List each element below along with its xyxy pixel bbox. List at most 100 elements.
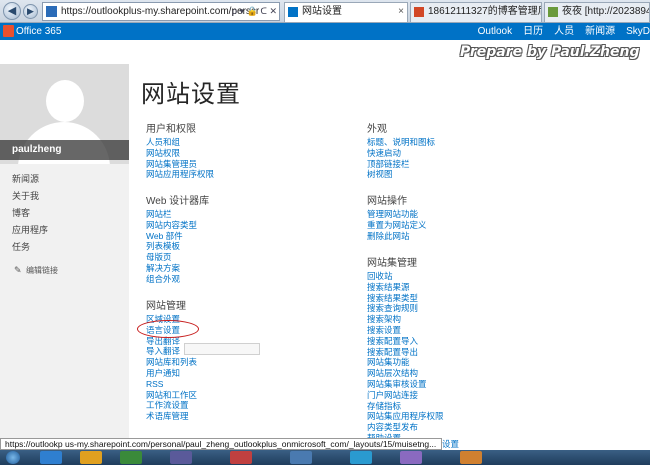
tab-yeye[interactable]: 夜夜 [http://20238941.j...: [544, 2, 650, 22]
app-taskbar-icon-7[interactable]: [460, 451, 482, 464]
quick-launch: 新闻源 关于我 博客 应用程序 任务: [12, 171, 48, 256]
address-text: https://outlookplus-my.sharepoint.com/pe…: [61, 6, 260, 17]
address-tools-icon[interactable]: ρ ▾ 🔒 ᑕ ✕: [232, 3, 277, 20]
forward-button[interactable]: ▶: [23, 4, 38, 19]
app-taskbar-icon-2[interactable]: [170, 451, 192, 464]
settings-link[interactable]: 网站集管理员: [146, 159, 214, 170]
section-web-designer-galleries: Web 设计器库 网站栏 网站内容类型 Web 部件 列表模板 母版页 解决方案 组合外观: [146, 196, 209, 285]
settings-link[interactable]: 搜索设置: [367, 325, 444, 336]
edit-links-button[interactable]: ✎ 编辑链接: [14, 265, 58, 276]
settings-link[interactable]: RSS: [146, 379, 197, 390]
settings-link[interactable]: 网站应用程序权限: [146, 169, 214, 180]
section-site-actions: 网站操作 管理网站功能 重置为网站定义 删除此网站: [367, 196, 427, 241]
settings-link[interactable]: 网站集应用程序权限: [367, 411, 444, 422]
settings-link[interactable]: 列表模板: [146, 241, 209, 252]
suite-link-skydrive[interactable]: SkyD: [626, 23, 650, 40]
nav-item-about-me[interactable]: 关于我: [12, 188, 48, 205]
app-taskbar-icon-5[interactable]: [350, 451, 372, 464]
tab-label: 夜夜 [http://20238941.j...: [562, 6, 650, 17]
profile-picture[interactable]: paulzheng: [0, 64, 129, 164]
section-title: 外观: [367, 124, 387, 135]
settings-link[interactable]: 搜索架构: [367, 314, 444, 325]
settings-link[interactable]: 搜索配置导出: [367, 347, 444, 358]
settings-link[interactable]: 解决方案: [146, 263, 209, 274]
app-taskbar-icon[interactable]: [120, 451, 142, 464]
tooltip: [184, 343, 260, 355]
tab-label: 18612111327的博客管理后台: [428, 6, 541, 17]
settings-link[interactable]: 术语库管理: [146, 411, 197, 422]
blog-favicon-icon: [414, 7, 424, 17]
highlight-oval: [137, 320, 199, 338]
ie-taskbar-icon[interactable]: [40, 451, 62, 464]
explorer-taskbar-icon[interactable]: [80, 451, 102, 464]
section-look-and-feel: 外观 标题、说明和图标 快速启动 顶部链接栏 树视图: [367, 124, 435, 180]
settings-link[interactable]: 存储指标: [367, 401, 444, 412]
back-button[interactable]: ◀: [3, 2, 21, 20]
suite-link-calendar[interactable]: 日历: [523, 23, 543, 40]
settings-link[interactable]: 管理网站功能: [367, 209, 427, 220]
settings-link[interactable]: 快速启动: [367, 148, 435, 159]
nav-item-newsfeed[interactable]: 新闻源: [12, 171, 48, 188]
watermark: Prepare by Paul.Zheng: [460, 44, 640, 60]
settings-link[interactable]: 内容类型发布: [367, 422, 444, 433]
app-taskbar-icon-6[interactable]: [400, 451, 422, 464]
app-taskbar-icon-3[interactable]: [230, 451, 252, 464]
section-title: Web 设计器库: [146, 196, 210, 207]
settings-link[interactable]: 工作流设置: [146, 400, 197, 411]
settings-link[interactable]: 搜索结果类型: [367, 293, 444, 304]
nav-item-tasks[interactable]: 任务: [12, 239, 48, 256]
edit-links-label: 编辑链接: [26, 266, 58, 275]
office365-brand[interactable]: Office 365: [16, 24, 61, 39]
settings-link[interactable]: 用户通知: [146, 368, 197, 379]
profile-name[interactable]: paulzheng: [0, 140, 129, 160]
settings-link[interactable]: 回收站: [367, 271, 444, 282]
app-taskbar-icon-4[interactable]: [290, 451, 312, 464]
settings-link[interactable]: 网站和工作区: [146, 390, 197, 401]
settings-link[interactable]: 网站层次结构: [367, 368, 444, 379]
close-tab-icon[interactable]: ×: [398, 3, 404, 21]
settings-link[interactable]: 树视图: [367, 169, 435, 180]
settings-link[interactable]: 标题、说明和图标: [367, 137, 435, 148]
avatar-head: [46, 80, 84, 122]
site-favicon-icon: [46, 6, 57, 17]
tab-site-settings[interactable]: 网站设置 ×: [284, 2, 408, 22]
settings-link[interactable]: Web 部件: [146, 231, 209, 242]
browser-toolbar: ◀ ▶ https://outlookplus-my.sharepoint.co…: [0, 0, 650, 23]
nav-item-apps[interactable]: 应用程序: [12, 222, 48, 239]
settings-link[interactable]: 母版页: [146, 252, 209, 263]
settings-link[interactable]: 门户网站连接: [367, 390, 444, 401]
settings-link[interactable]: 网站内容类型: [146, 220, 209, 231]
settings-link[interactable]: 网站权限: [146, 148, 214, 159]
section-title: 网站操作: [367, 196, 407, 207]
suite-links: Outlook 日历 人员 新闻源 SkyD: [467, 23, 650, 40]
settings-link[interactable]: 搜索查询规则: [367, 303, 444, 314]
nav-item-blog[interactable]: 博客: [12, 205, 48, 222]
sharepoint-favicon-icon: [288, 7, 298, 17]
office365-suite-bar: Office 365 Outlook 日历 人员 新闻源 SkyD: [0, 23, 650, 40]
settings-link[interactable]: 网站集审核设置: [367, 379, 444, 390]
settings-link[interactable]: 网站集功能: [367, 357, 444, 368]
settings-link[interactable]: 删除此网站: [367, 231, 427, 242]
office-logo-icon: [3, 25, 14, 37]
section-title: 网站集管理: [367, 258, 417, 269]
settings-link[interactable]: 网站库和列表: [146, 357, 197, 368]
settings-link[interactable]: 搜索结果源: [367, 282, 444, 293]
page-title: 网站设置: [141, 81, 241, 108]
section-users-permissions: 用户和权限 人员和组 网站权限 网站集管理员 网站应用程序权限: [146, 124, 214, 180]
section-site-collection-admin: 网站集管理 回收站 搜索结果源 搜索结果类型 搜索查询规则 搜索架构 搜索设置 搜索配置导入…: [367, 258, 444, 444]
settings-link[interactable]: 网站栏: [146, 209, 209, 220]
suite-link-newsfeed[interactable]: 新闻源: [585, 23, 615, 40]
windows-taskbar: [0, 450, 650, 465]
address-bar[interactable]: https://outlookplus-my.sharepoint.com/pe…: [42, 2, 280, 21]
settings-link[interactable]: 搜索配置导入: [367, 336, 444, 347]
status-bar-url: https://outlookp us-my.sharepoint.com/pe…: [0, 438, 442, 450]
start-button-icon[interactable]: [6, 451, 20, 464]
suite-link-people[interactable]: 人员: [554, 23, 574, 40]
tab-blog-admin[interactable]: 18612111327的博客管理后台: [410, 2, 542, 22]
settings-link[interactable]: 组合外观: [146, 274, 209, 285]
settings-link[interactable]: 顶部链接栏: [367, 159, 435, 170]
left-panel: paulzheng 新闻源 关于我 博客 应用程序 任务 ✎ 编辑链接: [0, 64, 129, 438]
settings-link[interactable]: 人员和组: [146, 137, 214, 148]
settings-link[interactable]: 重置为网站定义: [367, 220, 427, 231]
suite-link-outlook[interactable]: Outlook: [478, 23, 512, 40]
